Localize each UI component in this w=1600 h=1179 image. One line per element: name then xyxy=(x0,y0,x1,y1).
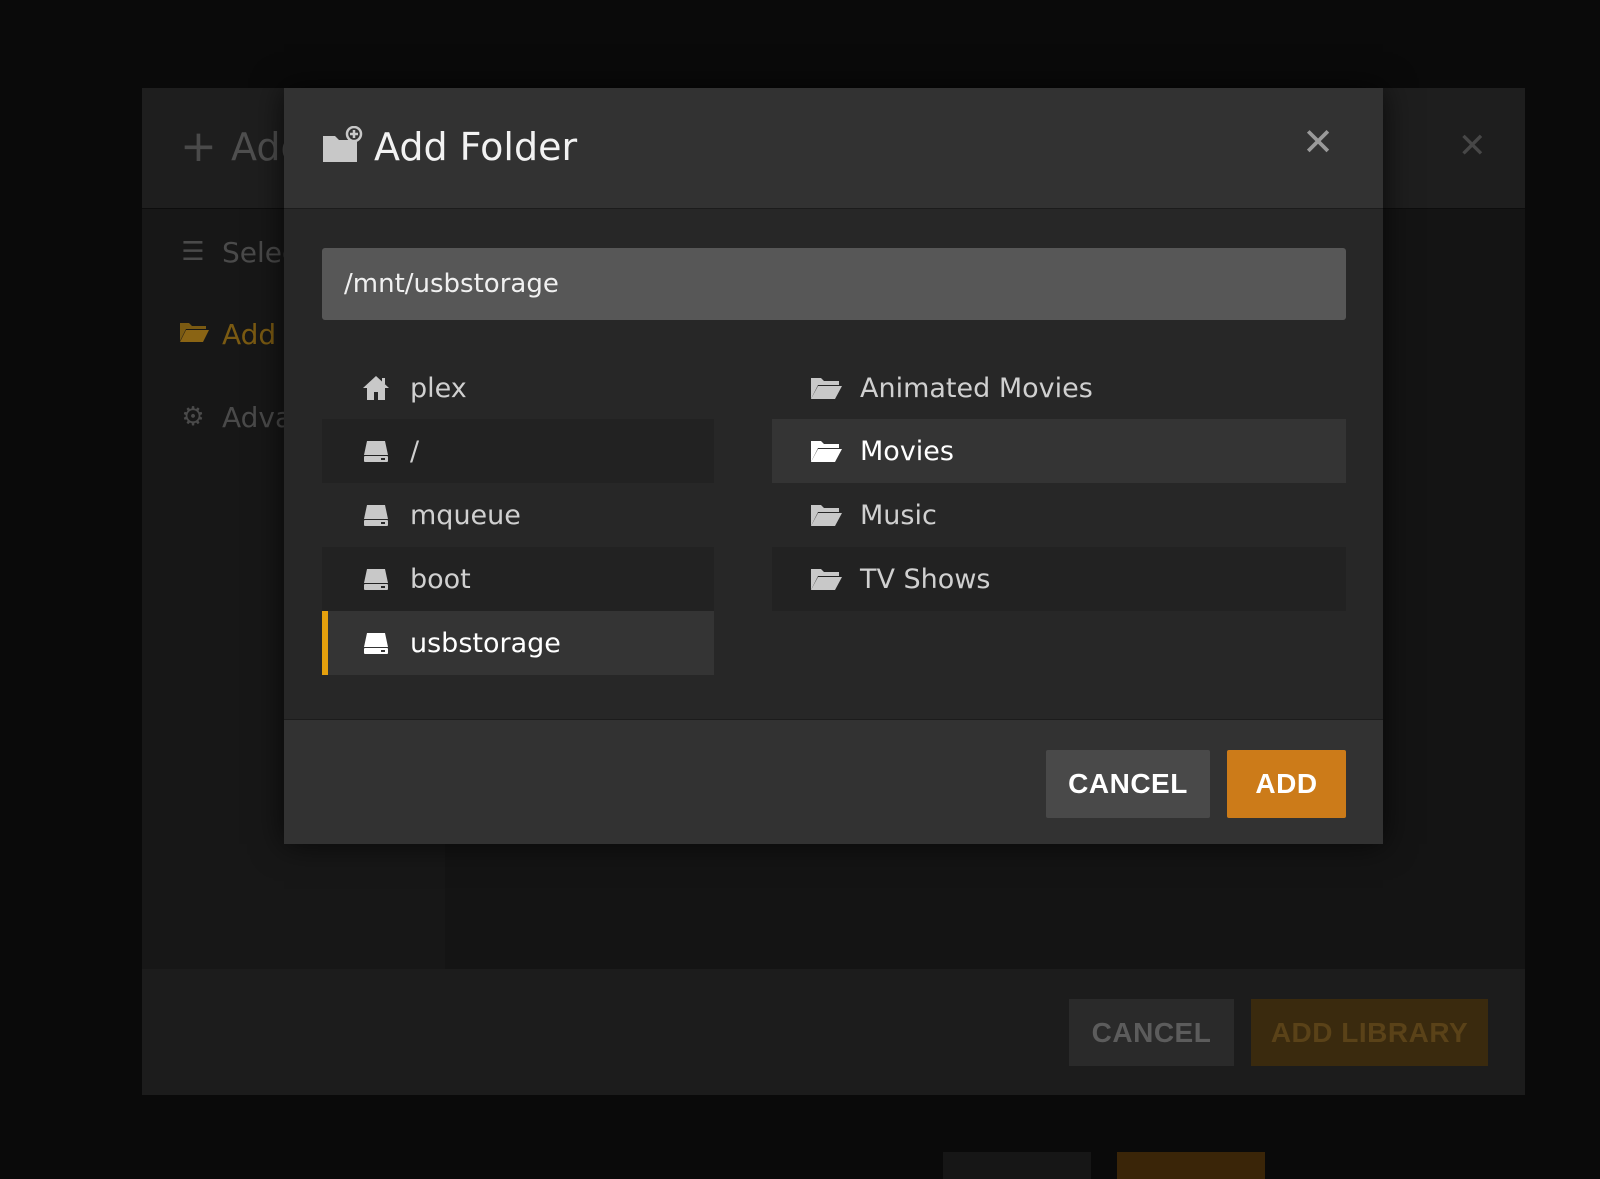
location-label: boot xyxy=(410,563,471,595)
location-label: / xyxy=(410,435,420,467)
add-button[interactable]: ADD xyxy=(1227,750,1346,818)
underlying-button xyxy=(1117,1152,1265,1179)
underlying-button xyxy=(943,1152,1091,1179)
folder-item-movies[interactable]: Movies xyxy=(772,419,1346,483)
selection-indicator xyxy=(322,611,328,675)
gear-icon: ⚙ xyxy=(181,402,205,432)
folder-item-music[interactable]: Music xyxy=(772,483,1346,547)
location-item-usbstorage[interactable]: usbstorage xyxy=(322,611,714,675)
modal-title: Add Folder xyxy=(374,125,578,169)
location-item-plex[interactable]: plex xyxy=(322,356,714,420)
folder-item-animated-movies[interactable]: Animated Movies xyxy=(772,356,1346,420)
folder-add-icon xyxy=(321,125,363,168)
drive-icon xyxy=(358,631,394,655)
library-dialog-close-icon[interactable]: ✕ xyxy=(1458,126,1487,166)
drive-icon xyxy=(358,439,394,463)
folder-label: TV Shows xyxy=(860,563,991,595)
cancel-button[interactable]: CANCEL xyxy=(1046,750,1210,818)
location-item-root[interactable]: / xyxy=(322,419,714,483)
modal-header: Add Folder ✕ xyxy=(284,88,1383,209)
location-item-mqueue[interactable]: mqueue xyxy=(322,483,714,547)
folder-label: Movies xyxy=(860,435,954,467)
folder-open-icon xyxy=(808,375,844,401)
drive-icon xyxy=(358,567,394,591)
folder-label: Animated Movies xyxy=(860,372,1093,404)
location-label: plex xyxy=(410,372,467,404)
add-folder-modal: Add Folder ✕ plex / mqueue boot usbstora… xyxy=(284,88,1383,844)
folder-open-icon xyxy=(808,438,844,464)
folder-open-icon xyxy=(808,566,844,592)
home-icon xyxy=(358,374,394,402)
location-item-boot[interactable]: boot xyxy=(322,547,714,611)
list-icon: ☰ xyxy=(181,237,205,267)
drive-icon xyxy=(358,503,394,527)
location-label: usbstorage xyxy=(410,627,561,659)
folder-label: Music xyxy=(860,499,937,531)
add-library-button[interactable]: ADD LIBRARY xyxy=(1251,999,1488,1066)
location-label: mqueue xyxy=(410,499,521,531)
folder-item-tv-shows[interactable]: TV Shows xyxy=(772,547,1346,611)
folder-open-icon xyxy=(178,319,209,350)
modal-footer: CANCEL ADD xyxy=(284,719,1383,844)
library-cancel-button[interactable]: CANCEL xyxy=(1069,999,1234,1066)
folder-path-input[interactable] xyxy=(322,248,1346,320)
folder-open-icon xyxy=(808,502,844,528)
close-icon[interactable]: ✕ xyxy=(1300,123,1336,161)
plus-icon: + xyxy=(180,121,217,172)
